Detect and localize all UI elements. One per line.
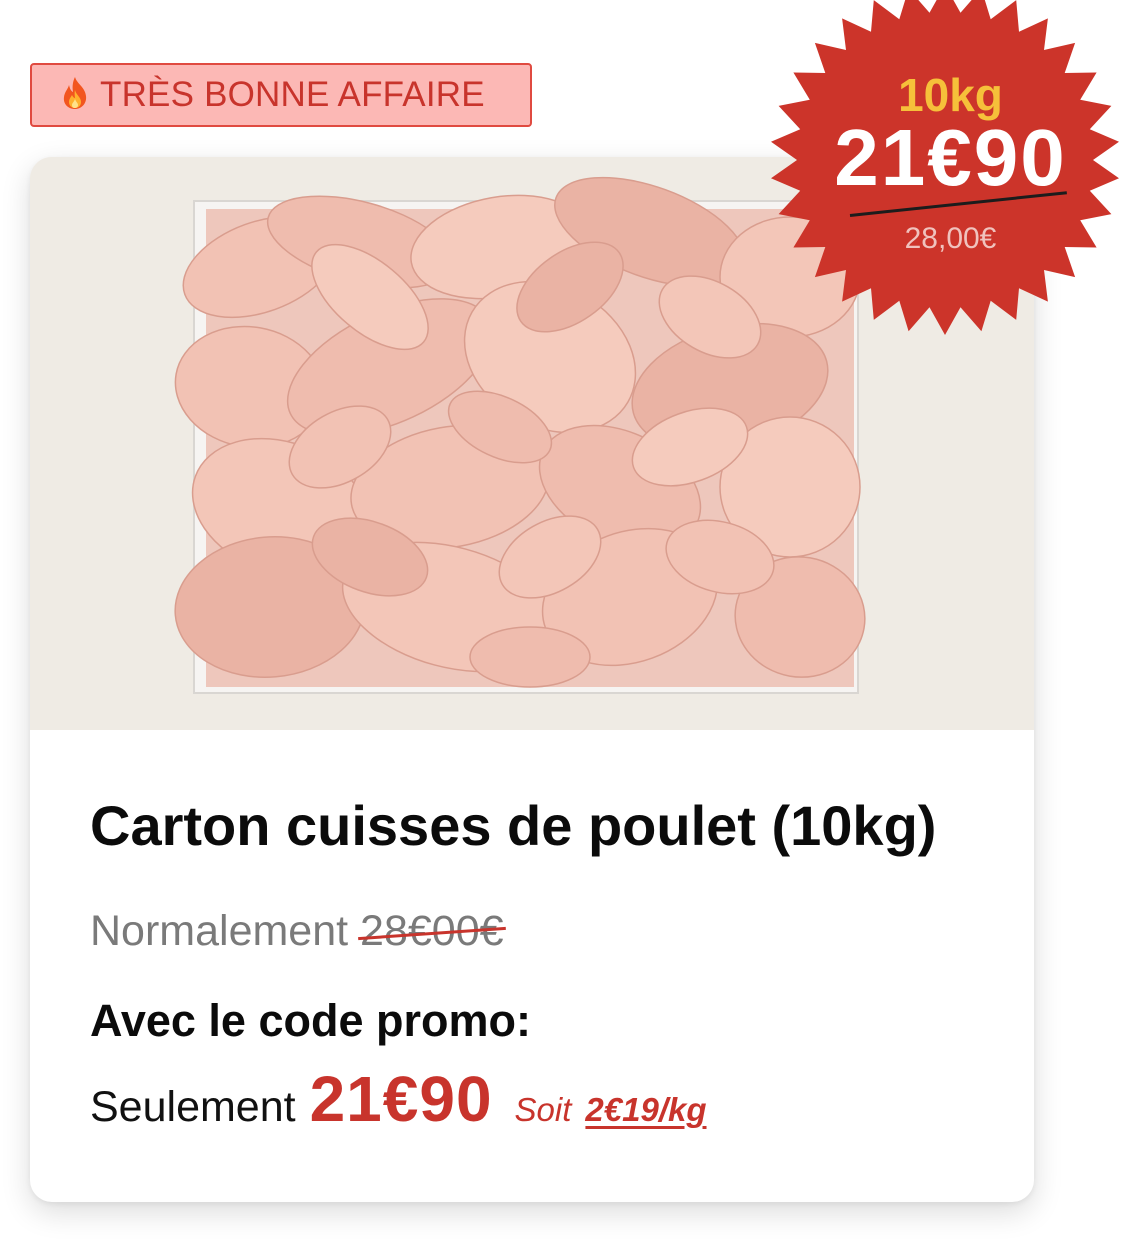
promo-code-label: Avec le code promo: bbox=[90, 995, 531, 1046]
product-title: Carton cuisses de poulet (10kg) bbox=[90, 794, 937, 857]
price-per-kg: 2€19/kg bbox=[585, 1091, 707, 1128]
soit-label: Soit bbox=[514, 1091, 572, 1128]
only-label: Seulement bbox=[90, 1083, 296, 1131]
chicken-leg-piece bbox=[469, 626, 591, 688]
promo-price-line: Seulement 21€90 Soit 2€19/kg bbox=[90, 1062, 707, 1135]
normal-price-value: 28€00€ bbox=[360, 907, 504, 955]
deal-badge-label: TRÈS BONNE AFFAIRE bbox=[100, 75, 485, 114]
starburst-old-price: 28,00€ bbox=[904, 222, 997, 255]
promo-price: 21€90 bbox=[309, 1063, 493, 1135]
normal-price-label: Normalement bbox=[90, 907, 349, 955]
deal-badge: TRÈS BONNE AFFAIRE bbox=[30, 63, 532, 127]
price-starburst: 10kg 21€90 28,00€ bbox=[770, 0, 1131, 360]
normal-price-line: Normalement 28€00€ bbox=[90, 907, 504, 956]
starburst-price: 21€90 bbox=[834, 113, 1067, 202]
fire-icon bbox=[60, 76, 90, 115]
